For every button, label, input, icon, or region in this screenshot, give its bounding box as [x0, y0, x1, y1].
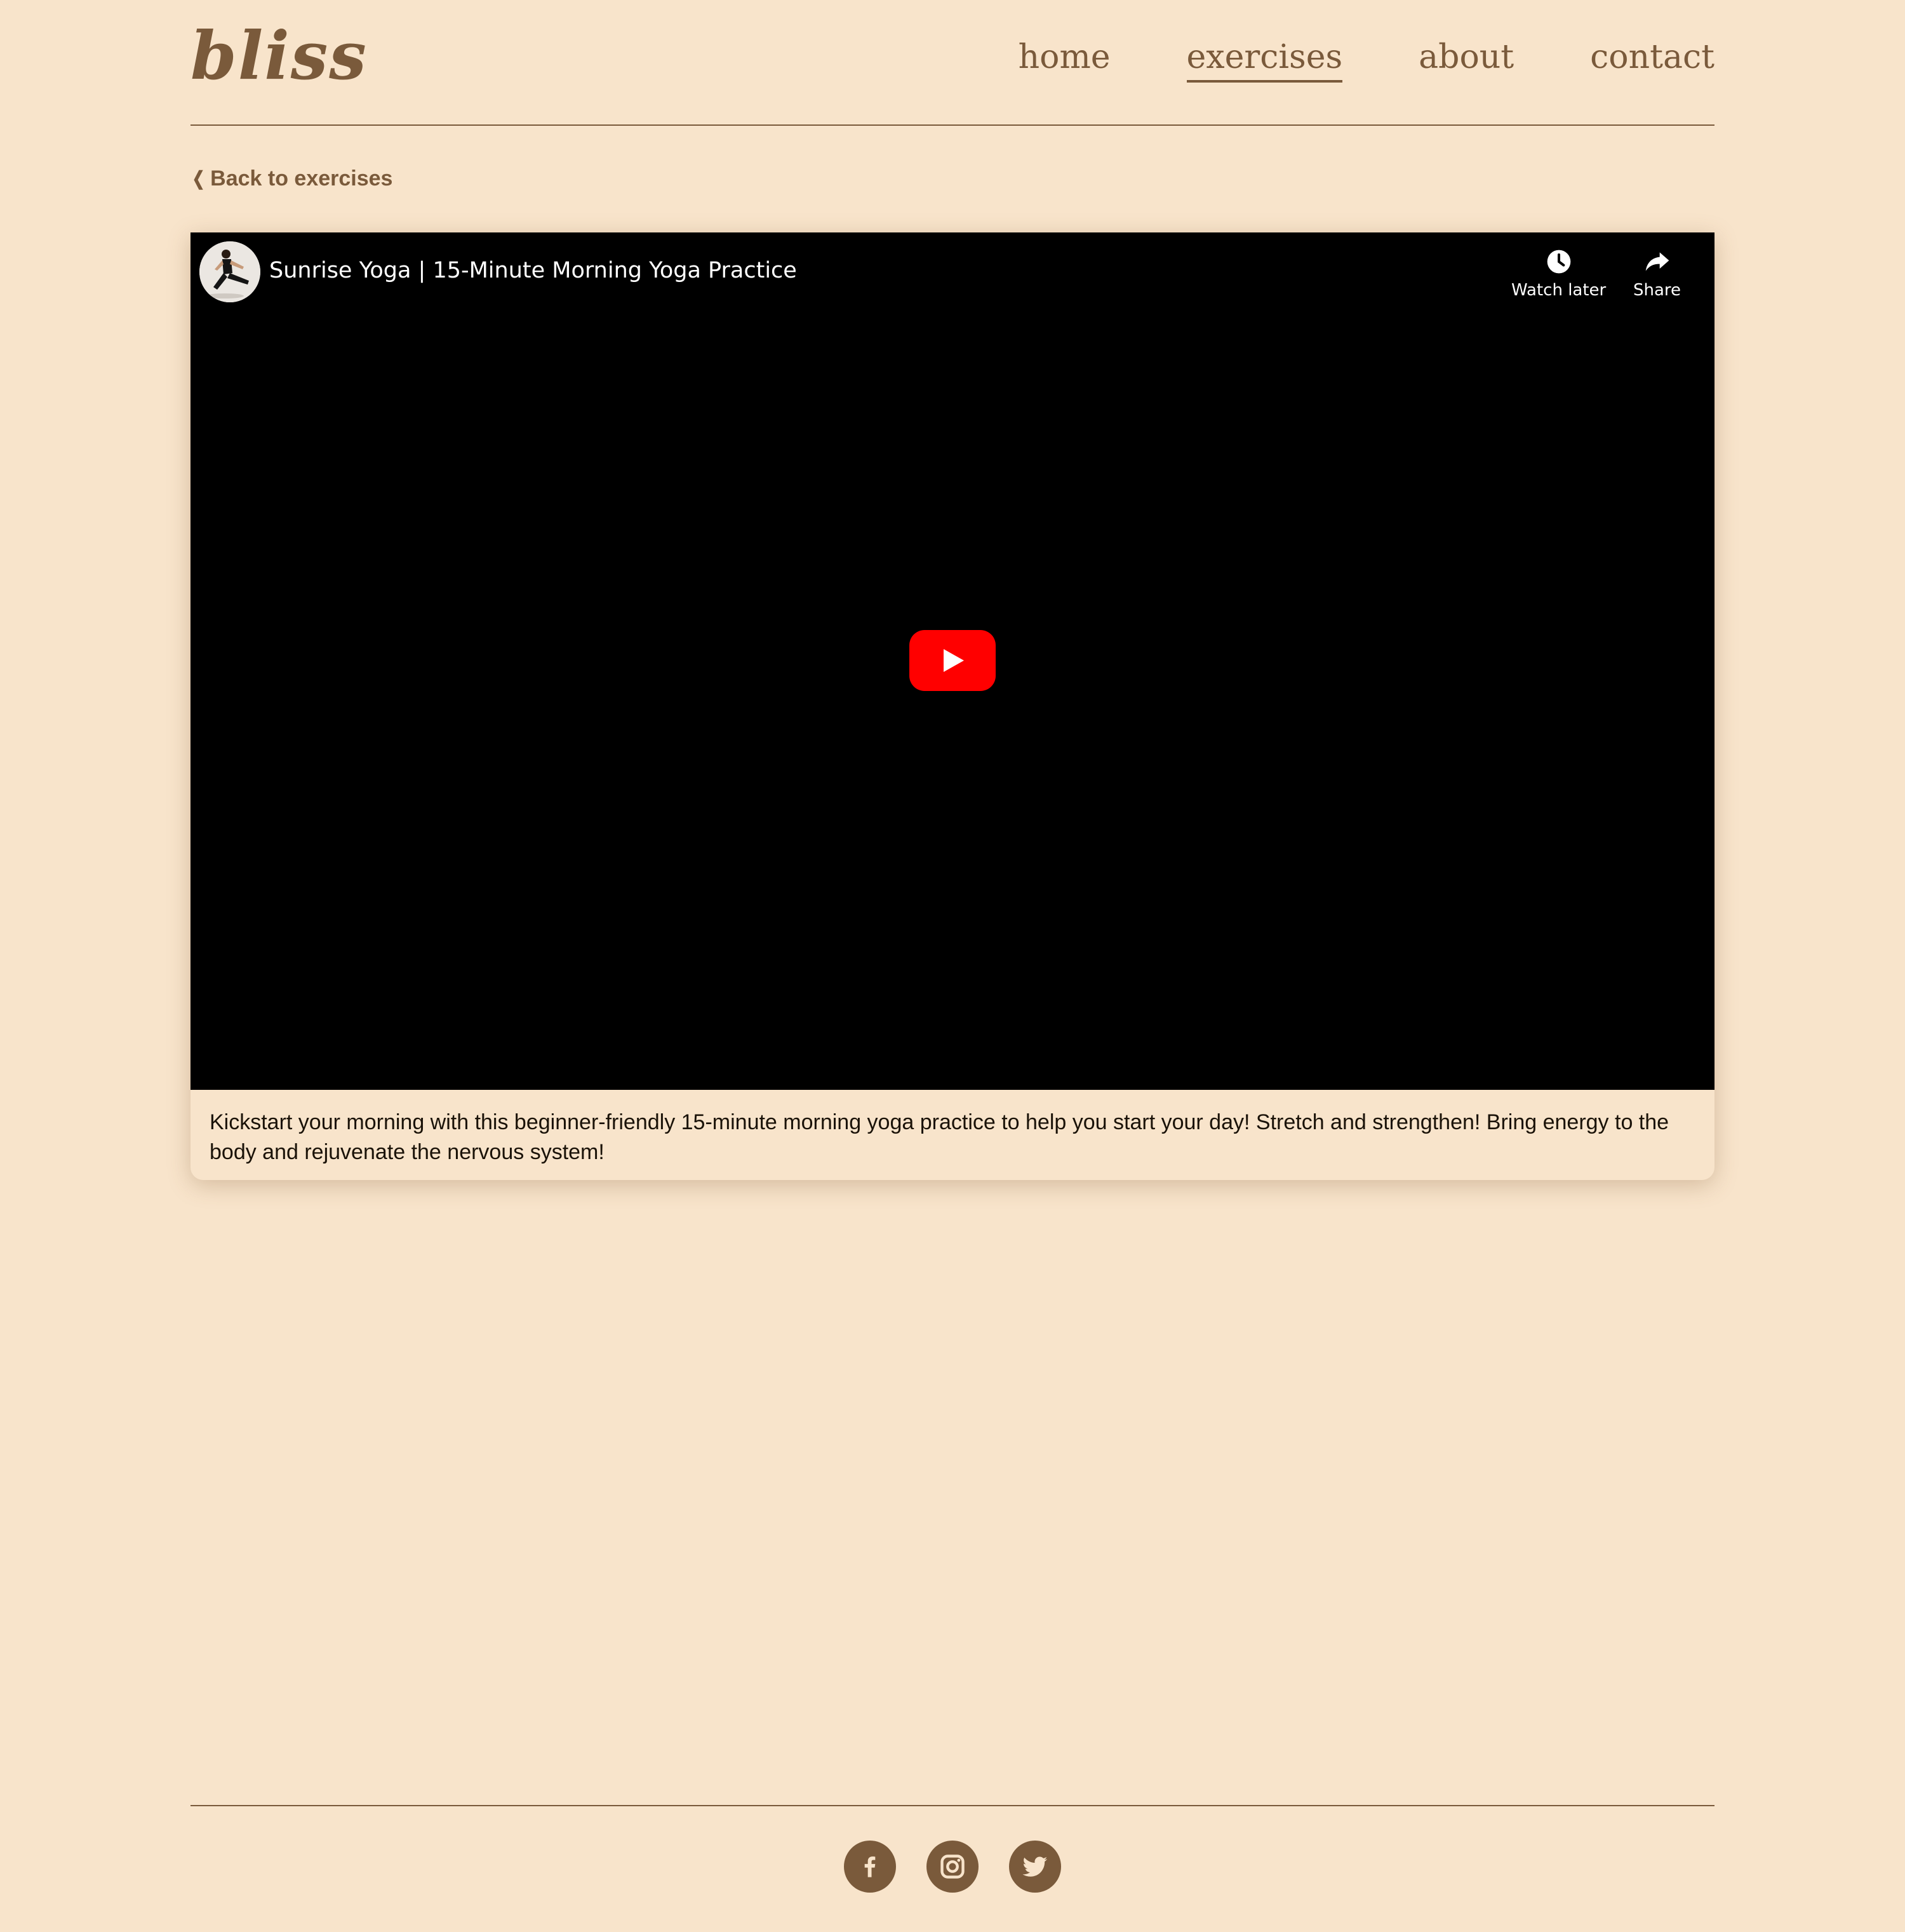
watch-later-label: Watch later — [1511, 281, 1607, 300]
site-logo[interactable]: bliss — [190, 23, 368, 89]
main-nav: home exercises about contact — [1019, 41, 1714, 83]
back-to-exercises-link[interactable]: ❮ Back to exercises — [190, 166, 393, 191]
facebook-link[interactable] — [844, 1841, 896, 1893]
clock-icon — [1547, 250, 1570, 274]
instagram-icon — [940, 1855, 965, 1879]
watch-later-button[interactable]: Watch later — [1511, 248, 1606, 300]
back-link-label: Back to exercises — [210, 166, 393, 191]
share-button[interactable]: Share — [1633, 248, 1681, 300]
video-title[interactable]: Sunrise Yoga | 15-Minute Morning Yoga Pr… — [269, 258, 797, 283]
twitter-icon — [1022, 1856, 1048, 1877]
share-label: Share — [1633, 281, 1681, 300]
chevron-left-icon: ❮ — [192, 168, 205, 189]
youtube-play-icon[interactable] — [909, 630, 996, 691]
video-player[interactable]: Sunrise Yoga | 15-Minute Morning Yoga Pr… — [190, 232, 1714, 1090]
nav-about[interactable]: about — [1419, 41, 1514, 83]
yoga-pose-thumbnail — [199, 241, 260, 302]
footer-divider — [190, 1805, 1714, 1806]
channel-avatar[interactable] — [199, 241, 260, 302]
nav-exercises[interactable]: exercises — [1186, 41, 1343, 83]
nav-home[interactable]: home — [1019, 41, 1111, 83]
facebook-icon — [864, 1856, 876, 1877]
twitter-link[interactable] — [1009, 1841, 1061, 1893]
exercise-description: Kickstart your morning with this beginne… — [210, 1110, 1669, 1164]
social-links — [190, 1841, 1714, 1893]
instagram-link[interactable] — [926, 1841, 979, 1893]
nav-contact[interactable]: contact — [1590, 41, 1714, 83]
share-arrow-icon — [1645, 252, 1669, 271]
header-divider — [190, 124, 1714, 126]
exercise-card: Sunrise Yoga | 15-Minute Morning Yoga Pr… — [190, 232, 1714, 1180]
